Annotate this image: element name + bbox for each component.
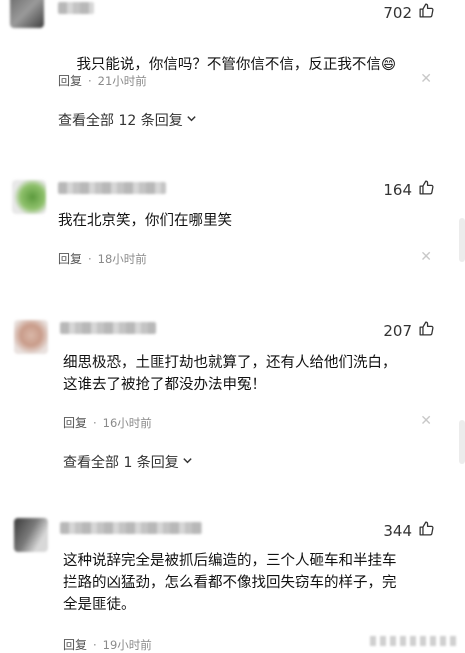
view-all-replies-link[interactable]: 查看全部 12 条回复 [58, 110, 197, 130]
close-icon[interactable]: ✕ [420, 413, 432, 429]
reply-button[interactable]: 回复 [63, 636, 87, 653]
timestamp: 18小时前 [97, 251, 147, 266]
chevron-down-icon [182, 454, 193, 470]
timestamp: 16小时前 [102, 415, 152, 430]
avatar[interactable] [12, 180, 46, 214]
close-icon[interactable]: ✕ [420, 71, 432, 87]
thumbs-up-icon [418, 2, 435, 23]
comment-text: 我在北京笑，你们在哪里笑 [58, 213, 232, 229]
blurred-footer-hint [370, 636, 460, 646]
comment-meta: 回复 · 21小时前 [58, 72, 147, 89]
comment-meta: 回复 · 16小时前 [63, 414, 152, 431]
grin-emoji: 😄 [380, 57, 397, 73]
view-all-replies-label: 查看全部 1 条回复 [63, 455, 179, 471]
like-count: 164 [383, 180, 412, 199]
timestamp: 21小时前 [97, 73, 147, 88]
comment-text: 细思极恐，土匪打劫也就算了，还有人给他们洗白， 这谁去了被抢了都没办法申冤！ [63, 355, 397, 393]
like-button[interactable]: 164 [383, 179, 435, 200]
meta-dot: · [93, 637, 97, 652]
like-button[interactable]: 207 [383, 320, 435, 341]
thumbs-up-icon [418, 179, 435, 200]
avatar[interactable] [14, 518, 48, 552]
meta-dot: · [88, 73, 92, 88]
like-count: 702 [383, 3, 412, 22]
like-count: 207 [383, 321, 412, 340]
scrollbar[interactable] [459, 218, 465, 262]
view-all-replies-link[interactable]: 查看全部 1 条回复 [63, 452, 193, 472]
meta-dot: · [88, 251, 92, 266]
scrollbar[interactable] [459, 420, 465, 464]
comment-text: 这种说辞完全是被抓后编造的，三个人砸车和半挂车 拦路的凶猛劲，怎么看都不像找回失… [63, 553, 397, 613]
reply-button[interactable]: 回复 [63, 414, 87, 431]
username-blurred[interactable] [58, 2, 94, 14]
meta-dot: · [93, 415, 97, 430]
view-all-replies-label: 查看全部 12 条回复 [58, 113, 183, 129]
thumbs-up-icon [418, 520, 435, 541]
avatar[interactable] [14, 320, 48, 354]
thumbs-up-icon [418, 320, 435, 341]
reply-button[interactable]: 回复 [58, 250, 82, 267]
comment-meta: 回复 · 19小时前 [63, 636, 152, 653]
like-button[interactable]: 344 [383, 520, 435, 541]
comment-text-body: 我只能说，你信吗？不管你信不信，反正我不信 [76, 57, 381, 73]
reply-button[interactable]: 回复 [58, 72, 82, 89]
timestamp: 19小时前 [102, 637, 152, 652]
username-blurred[interactable] [60, 322, 156, 334]
comment-meta: 回复 · 18小时前 [58, 250, 147, 267]
like-count: 344 [383, 521, 412, 540]
username-blurred[interactable] [58, 182, 166, 194]
avatar[interactable] [10, 0, 44, 28]
chevron-down-icon [186, 112, 197, 128]
username-blurred[interactable] [60, 522, 202, 534]
close-icon[interactable]: ✕ [420, 249, 432, 265]
like-button[interactable]: 702 [383, 2, 435, 23]
